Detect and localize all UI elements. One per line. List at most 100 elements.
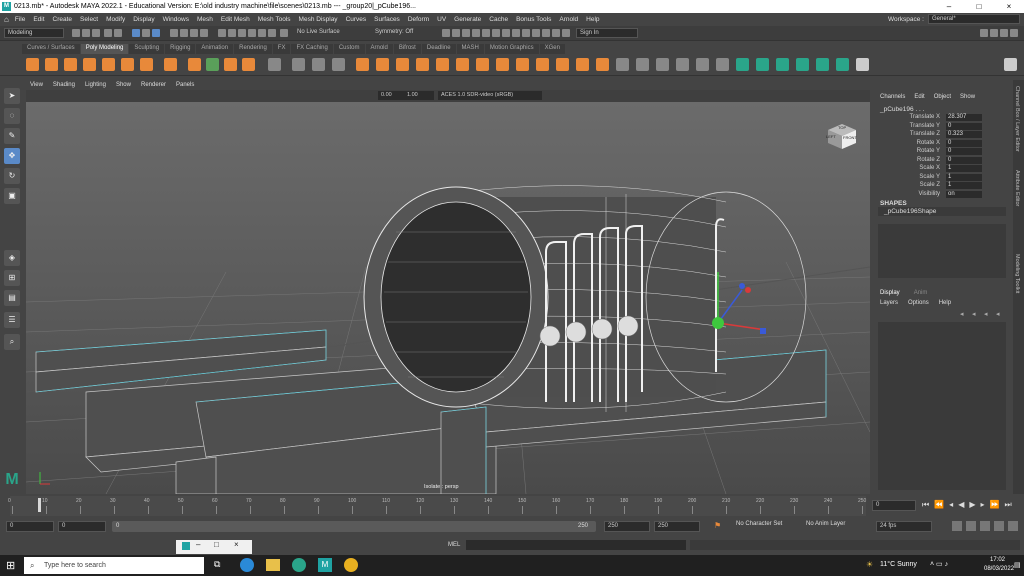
sign-in-button[interactable]: Sign In — [576, 28, 638, 38]
type-text-icon[interactable] — [224, 58, 237, 71]
notification-icon[interactable]: ▤ — [1014, 561, 1021, 569]
attribute-value[interactable]: 1 — [946, 182, 982, 189]
viewport-menu-renderer[interactable]: Renderer — [141, 82, 166, 88]
menu-create[interactable]: Create — [53, 16, 73, 23]
color-space-dropdown[interactable]: ACES 1.0 SDR-video (sRGB) — [438, 91, 542, 100]
attribute-row[interactable]: Scale Y 1 — [872, 173, 1012, 182]
four-view-layout-icon[interactable]: ⊞ — [4, 270, 20, 286]
circularize-icon[interactable] — [576, 58, 589, 71]
clock-date[interactable]: 08/03/2022 — [984, 566, 1014, 572]
snap-grid-icon[interactable] — [218, 29, 226, 37]
target-weld-icon[interactable] — [676, 58, 689, 71]
timeline-ruler[interactable] — [0, 496, 870, 516]
layer-tab-anim[interactable]: Anim — [914, 290, 928, 296]
menu-mesh[interactable]: Mesh — [197, 16, 213, 23]
smooth-icon[interactable] — [312, 58, 325, 71]
attribute-row[interactable]: Rotate X 0 — [872, 139, 1012, 148]
side-tab-modeling-toolkit[interactable]: Modeling Toolkit — [1014, 254, 1020, 293]
outliner-icon[interactable]: ☰ — [4, 312, 20, 328]
time-slider[interactable]: 0 10 20 30 40 50 60 70 80 90 100 110 120 130 140 150 160… — [0, 496, 1024, 516]
svg-icon[interactable] — [242, 58, 255, 71]
play-forwards-icon[interactable]: ▶ — [969, 500, 975, 510]
menu-edit[interactable]: Edit — [33, 16, 44, 23]
attribute-value[interactable]: 28.307 — [946, 114, 982, 121]
attribute-row[interactable]: Visibility on — [872, 190, 1012, 199]
menu-display[interactable]: Display — [133, 16, 154, 23]
range-slider-bar[interactable]: 0 250 — [112, 521, 596, 532]
lasso-tool-icon[interactable]: ◌ — [4, 108, 20, 124]
current-time-marker[interactable] — [38, 498, 41, 512]
super-shape-icon[interactable] — [188, 58, 201, 71]
channel-box-icon[interactable] — [1010, 29, 1018, 37]
mode-dropdown[interactable]: Modeling — [4, 28, 64, 38]
attribute-value[interactable]: 0 — [946, 122, 982, 130]
attribute-row[interactable]: Rotate Y 0 — [872, 148, 1012, 156]
loop-icon[interactable] — [952, 521, 962, 531]
app-icon[interactable] — [292, 558, 306, 572]
attribute-value[interactable]: on — [946, 190, 982, 198]
script-editor-icon[interactable] — [994, 521, 1004, 531]
attribute-value[interactable]: 0 — [946, 139, 982, 147]
task-view-icon[interactable]: ⧉ — [214, 559, 226, 571]
channel-tab-edit[interactable]: Edit — [914, 94, 924, 100]
menu-select[interactable]: Select — [80, 16, 98, 23]
clock-time[interactable]: 17:02 — [990, 557, 1005, 563]
arnold-shader-icon[interactable] — [542, 29, 550, 37]
shelf-tab-deadline[interactable]: Deadline — [421, 44, 456, 54]
new-layer-icon[interactable]: ◂ — [960, 310, 964, 318]
new-scene-icon[interactable] — [72, 29, 80, 37]
attribute-row[interactable]: Translate X 28.307 — [872, 114, 1012, 122]
channel-tab-object[interactable]: Object — [934, 94, 951, 100]
make-live-icon[interactable] — [258, 29, 266, 37]
attribute-value[interactable]: 1 — [946, 173, 982, 181]
viewport-menu-panels[interactable]: Panels — [176, 82, 194, 88]
combine-icon[interactable] — [268, 58, 281, 71]
shelf-tab-rigging[interactable]: Rigging — [165, 44, 196, 54]
extrude-icon[interactable] — [456, 58, 469, 71]
floating-minimize-icon[interactable]: – — [196, 540, 200, 549]
end-time-field[interactable]: 250 — [654, 521, 700, 532]
planar-map-icon[interactable] — [756, 58, 769, 71]
character-set-dropdown[interactable]: No Character Set — [736, 521, 782, 527]
uv-editor-icon[interactable] — [736, 58, 749, 71]
save-scene-icon[interactable] — [92, 29, 100, 37]
render-view-icon[interactable] — [482, 29, 490, 37]
connect-icon[interactable] — [616, 58, 629, 71]
hypershade-icon[interactable] — [472, 29, 480, 37]
select-tool-icon[interactable]: ➤ — [4, 88, 20, 104]
channel-tab-show[interactable]: Show — [960, 94, 975, 100]
viewport-menu-view[interactable]: View — [30, 82, 43, 88]
shelf-tab-custom[interactable]: Custom — [333, 44, 365, 54]
windows-start-icon[interactable]: ⊞ — [6, 559, 15, 572]
spherical-map-icon[interactable] — [796, 58, 809, 71]
far-clip-field[interactable]: 1.00 — [404, 91, 434, 100]
arnold-ipr-icon[interactable] — [502, 29, 510, 37]
maximize-icon[interactable]: □ — [964, 0, 994, 13]
arnold-render-icon[interactable] — [492, 29, 500, 37]
close-icon[interactable]: × — [994, 0, 1024, 13]
menu-uv[interactable]: UV — [437, 16, 446, 23]
shelf-tab-sculpting[interactable]: Sculpting — [129, 44, 165, 54]
attribute-row[interactable]: Translate Y 0 — [872, 122, 1012, 131]
layer-menu-layers[interactable]: Layers — [880, 300, 898, 306]
menu-arnold[interactable]: Arnold — [559, 16, 578, 23]
detach-icon[interactable] — [636, 58, 649, 71]
auto-key-icon[interactable]: ⚑ — [714, 521, 721, 530]
select-by-hierarchy-icon[interactable] — [132, 29, 140, 37]
poly-sphere-icon[interactable] — [26, 58, 39, 71]
home-icon[interactable]: ⌂ — [4, 15, 9, 24]
menu-help[interactable]: Help — [586, 16, 599, 23]
playback-end-field[interactable]: 250 — [604, 521, 650, 532]
poly-cube-icon[interactable] — [45, 58, 58, 71]
character-controls-icon[interactable] — [990, 29, 998, 37]
viewport-menu-lighting[interactable]: Lighting — [85, 82, 106, 88]
live-surface-field[interactable]: No Live Surface — [294, 28, 352, 38]
edge-loop-icon[interactable] — [716, 58, 729, 71]
select-vertex-icon[interactable] — [170, 29, 178, 37]
shelf-tab-mash[interactable]: MASH — [456, 44, 484, 54]
layer-menu-options[interactable]: Options — [908, 300, 929, 306]
shelf-menu-icon[interactable] — [1004, 58, 1017, 71]
poly-disc-icon[interactable] — [140, 58, 153, 71]
shelf-tab-bifrost[interactable]: Bifrost — [393, 44, 421, 54]
layer-tab-display[interactable]: Display — [880, 290, 900, 296]
